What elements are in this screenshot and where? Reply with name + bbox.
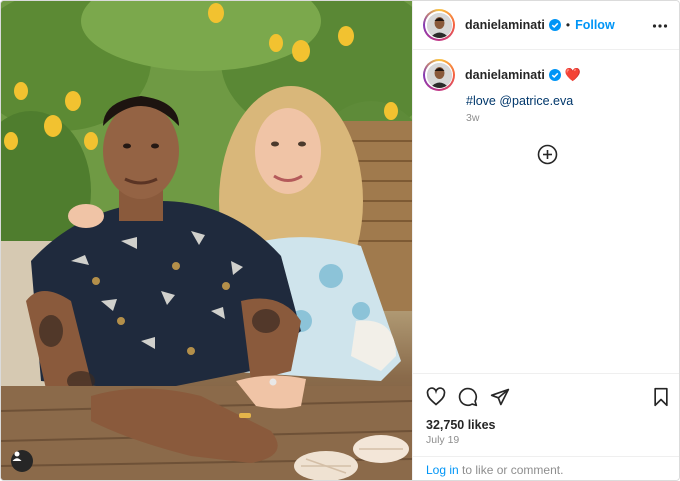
comment-icon[interactable] (458, 387, 478, 407)
post-header: danielaminati • Follow (413, 1, 679, 50)
bookmark-icon[interactable] (651, 387, 671, 407)
heart-emoji: ❤️ (564, 67, 582, 82)
send-icon[interactable] (490, 387, 510, 407)
login-link[interactable]: Log in (426, 463, 459, 477)
heart-icon[interactable] (426, 387, 446, 407)
caption-avatar[interactable] (423, 59, 455, 91)
likes-count[interactable]: 32,750 likes (426, 418, 496, 432)
post-side-panel: danielaminati • Follow danielaminati ❤️ … (412, 1, 679, 480)
login-prompt-text: to like or comment. (458, 463, 564, 477)
follow-button[interactable]: Follow (575, 18, 615, 32)
post-photo[interactable] (1, 1, 412, 480)
caption-text[interactable]: #love @patrice.eva (466, 94, 573, 108)
user-tag-icon[interactable] (11, 450, 33, 472)
post-dialog: danielaminati • Follow danielaminati ❤️ … (0, 0, 680, 481)
post-date: July 19 (426, 434, 460, 446)
action-bar (413, 373, 679, 419)
plus-circle-icon[interactable] (537, 144, 558, 165)
caption-timestamp: 3w (466, 112, 480, 124)
header-separator: • (565, 18, 571, 32)
photo-illustration (1, 1, 412, 480)
verified-badge-icon (548, 19, 561, 31)
login-prompt: Log in to like or comment. (413, 456, 679, 480)
caption-username[interactable]: danielaminati (465, 68, 545, 82)
username-link[interactable]: danielaminati (465, 18, 545, 32)
more-options-icon[interactable] (652, 18, 668, 34)
avatar[interactable] (423, 9, 455, 41)
verified-badge-icon (548, 69, 561, 81)
caption: danielaminati ❤️ (423, 59, 673, 91)
